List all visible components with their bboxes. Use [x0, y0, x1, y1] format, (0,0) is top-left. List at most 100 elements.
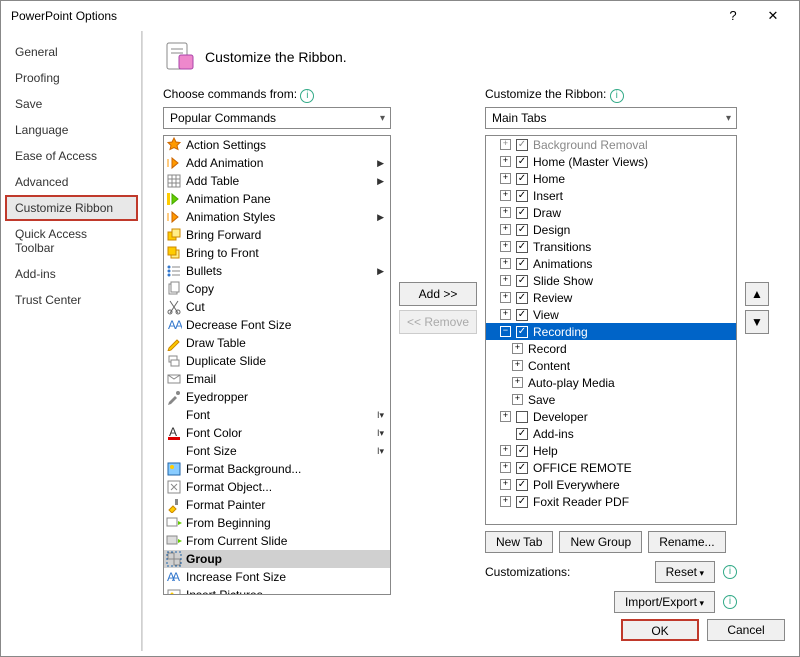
command-item[interactable]: Format Background...: [164, 460, 390, 478]
move-down-button[interactable]: ▼: [745, 310, 769, 334]
checkbox[interactable]: [516, 445, 528, 457]
info-icon[interactable]: i: [723, 595, 737, 609]
checkbox[interactable]: [516, 258, 528, 270]
sidebar-item-language[interactable]: Language: [1, 117, 142, 143]
command-item[interactable]: Format Object...: [164, 478, 390, 496]
checkbox[interactable]: [516, 139, 528, 151]
tree-item[interactable]: +Foxit Reader PDF: [486, 493, 736, 510]
ok-button[interactable]: OK: [621, 619, 699, 641]
info-icon[interactable]: i: [300, 89, 314, 103]
command-item[interactable]: Format Painter: [164, 496, 390, 514]
expand-icon[interactable]: +: [500, 258, 511, 269]
expand-icon[interactable]: +: [512, 343, 523, 354]
checkbox[interactable]: [516, 207, 528, 219]
command-item[interactable]: AADecrease Font Size: [164, 316, 390, 334]
cancel-button[interactable]: Cancel: [707, 619, 785, 641]
close-icon[interactable]: ✕: [753, 1, 793, 31]
choose-commands-dropdown[interactable]: Popular Commands: [163, 107, 391, 129]
sidebar-item-trust-center[interactable]: Trust Center: [1, 287, 142, 313]
tree-item[interactable]: +Auto-play Media: [486, 374, 736, 391]
command-item[interactable]: Font SizeI▾: [164, 442, 390, 460]
command-item[interactable]: Animation Pane: [164, 190, 390, 208]
tree-item[interactable]: +Slide Show: [486, 272, 736, 289]
checkbox[interactable]: [516, 190, 528, 202]
command-item[interactable]: Group: [164, 550, 390, 568]
sidebar-item-ease-of-access[interactable]: Ease of Access: [1, 143, 142, 169]
expand-icon[interactable]: +: [500, 190, 511, 201]
tree-item[interactable]: +Insert: [486, 187, 736, 204]
command-item[interactable]: Cut: [164, 298, 390, 316]
add-button[interactable]: Add >>: [399, 282, 477, 306]
tree-item[interactable]: +Help: [486, 442, 736, 459]
tree-item[interactable]: +OFFICE REMOTE: [486, 459, 736, 476]
checkbox[interactable]: [516, 462, 528, 474]
commands-listbox[interactable]: Action SettingsAdd Animation▶Add Table▶A…: [163, 135, 391, 595]
tree-item[interactable]: +Design: [486, 221, 736, 238]
command-item[interactable]: Action Settings: [164, 136, 390, 154]
tree-item[interactable]: +Draw: [486, 204, 736, 221]
info-icon[interactable]: i: [723, 565, 737, 579]
command-item[interactable]: Animation Styles▶: [164, 208, 390, 226]
ribbon-tree[interactable]: +Background Removal+Home (Master Views)+…: [485, 135, 737, 525]
tree-item[interactable]: +View: [486, 306, 736, 323]
tree-item[interactable]: +Save: [486, 391, 736, 408]
info-icon[interactable]: i: [610, 89, 624, 103]
command-item[interactable]: AAIncrease Font Size: [164, 568, 390, 586]
expand-icon[interactable]: +: [500, 173, 511, 184]
command-item[interactable]: Add Animation▶: [164, 154, 390, 172]
checkbox[interactable]: [516, 292, 528, 304]
tree-item[interactable]: +Home: [486, 170, 736, 187]
sidebar-item-quick-access-toolbar[interactable]: Quick Access Toolbar: [1, 221, 142, 261]
command-item[interactable]: From Current Slide: [164, 532, 390, 550]
command-item[interactable]: Eyedropper: [164, 388, 390, 406]
command-item[interactable]: Copy: [164, 280, 390, 298]
tree-item[interactable]: +Animations: [486, 255, 736, 272]
checkbox[interactable]: [516, 173, 528, 185]
command-item[interactable]: Draw Table: [164, 334, 390, 352]
sidebar-item-advanced[interactable]: Advanced: [1, 169, 142, 195]
command-item[interactable]: Bullets▶: [164, 262, 390, 280]
tree-item[interactable]: +Record: [486, 340, 736, 357]
command-item[interactable]: From Beginning: [164, 514, 390, 532]
expand-icon[interactable]: +: [500, 411, 511, 422]
tree-item[interactable]: +Review: [486, 289, 736, 306]
tree-item[interactable]: +Developer: [486, 408, 736, 425]
reset-button[interactable]: Reset: [655, 561, 715, 583]
expand-icon[interactable]: +: [500, 156, 511, 167]
expand-icon[interactable]: +: [500, 496, 511, 507]
checkbox[interactable]: [516, 241, 528, 253]
customize-ribbon-dropdown[interactable]: Main Tabs: [485, 107, 737, 129]
checkbox[interactable]: [516, 479, 528, 491]
expand-icon[interactable]: +: [500, 479, 511, 490]
command-item[interactable]: Bring to Front: [164, 244, 390, 262]
expand-icon[interactable]: +: [512, 360, 523, 371]
expand-icon[interactable]: +: [500, 275, 511, 286]
checkbox[interactable]: [516, 428, 528, 440]
help-icon[interactable]: ?: [713, 1, 753, 31]
tree-item[interactable]: −Recording: [486, 323, 736, 340]
expand-icon[interactable]: +: [512, 377, 523, 388]
rename-button[interactable]: Rename...: [648, 531, 725, 553]
expand-icon[interactable]: +: [500, 139, 511, 150]
expand-icon[interactable]: +: [500, 309, 511, 320]
expand-icon[interactable]: +: [500, 292, 511, 303]
expand-icon[interactable]: +: [500, 445, 511, 456]
sidebar-item-add-ins[interactable]: Add-ins: [1, 261, 142, 287]
expand-icon[interactable]: +: [500, 462, 511, 473]
tree-item[interactable]: +Transitions: [486, 238, 736, 255]
expand-icon[interactable]: +: [512, 394, 523, 405]
tree-item[interactable]: +Add-ins: [486, 425, 736, 442]
sidebar-item-proofing[interactable]: Proofing: [1, 65, 142, 91]
expand-icon[interactable]: +: [500, 224, 511, 235]
tree-item[interactable]: +Poll Everywhere: [486, 476, 736, 493]
checkbox[interactable]: [516, 496, 528, 508]
checkbox[interactable]: [516, 275, 528, 287]
collapse-icon[interactable]: −: [500, 326, 511, 337]
sidebar-item-customize-ribbon[interactable]: Customize Ribbon: [5, 195, 138, 221]
move-up-button[interactable]: ▲: [745, 282, 769, 306]
new-group-button[interactable]: New Group: [559, 531, 642, 553]
command-item[interactable]: FontI▾: [164, 406, 390, 424]
expand-icon[interactable]: +: [500, 207, 511, 218]
tree-item[interactable]: +Background Removal: [486, 136, 736, 153]
import-export-button[interactable]: Import/Export: [614, 591, 715, 613]
